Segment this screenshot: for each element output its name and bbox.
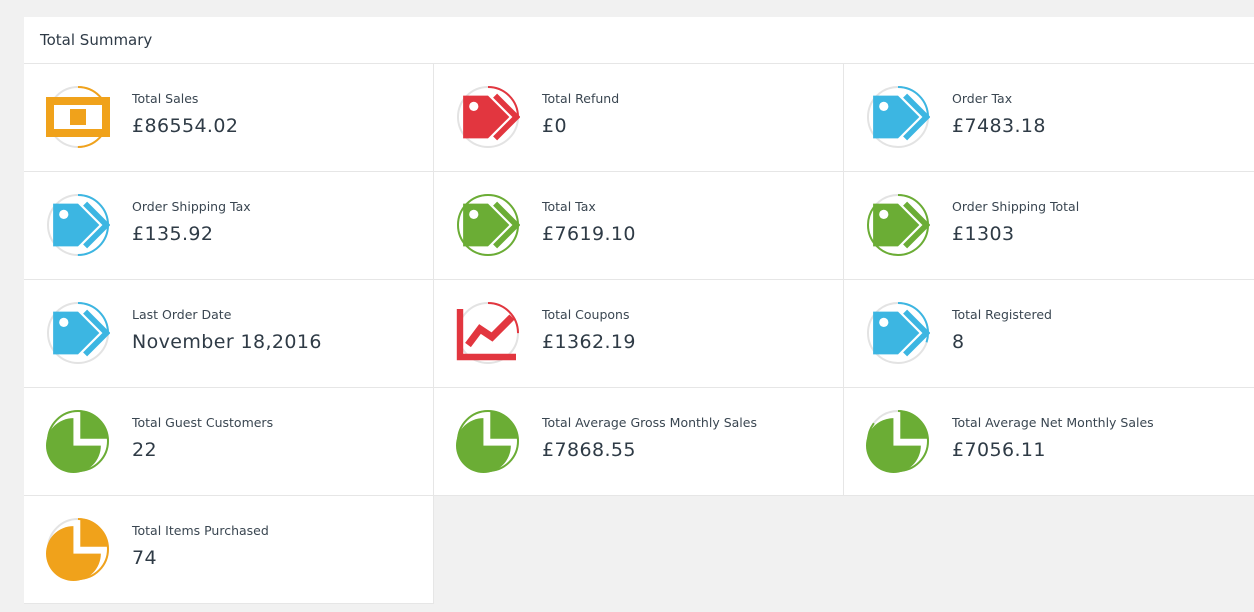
summary-card-total-average-gross-monthly-sales: Total Average Gross Monthly Sales £7868.…: [434, 388, 844, 496]
empty-cell: [434, 496, 844, 604]
summary-grid: Total Sales £86554.02 Total Refund £0 Or…: [24, 64, 1254, 604]
summary-card-order-shipping-total: Order Shipping Total £1303: [844, 172, 1254, 280]
summary-card-order-shipping-tax: Order Shipping Tax £135.92: [24, 172, 434, 280]
tag-icon: [46, 193, 110, 257]
progress-ring: [866, 301, 930, 365]
pie-chart-icon: [866, 409, 930, 473]
summary-card-last-order-date: Last Order Date November 18,2016: [24, 280, 434, 388]
tag-icon: [46, 301, 110, 365]
tag-icon: [866, 301, 930, 365]
card-value: £1303: [952, 223, 1015, 245]
pie-chart-icon: [456, 409, 520, 473]
progress-ring: [866, 193, 930, 257]
card-label: Last Order Date: [132, 307, 232, 322]
tag-icon: [456, 85, 520, 149]
pie-chart-icon: [46, 409, 110, 473]
card-value: 74: [132, 547, 157, 569]
card-label: Total Registered: [952, 307, 1052, 322]
summary-card-total-tax: Total Tax £7619.10: [434, 172, 844, 280]
card-value: £7619.10: [542, 223, 636, 245]
money-bill-icon: [46, 85, 110, 149]
card-value: £86554.02: [132, 115, 239, 137]
progress-ring: [456, 409, 520, 473]
card-value: £1362.19: [542, 331, 636, 353]
progress-ring: [46, 193, 110, 257]
card-value: £7056.11: [952, 439, 1046, 461]
total-summary-panel: Total Summary Total Sales £86554.02 Tota…: [24, 17, 1254, 605]
summary-card-total-coupons: Total Coupons £1362.19: [434, 280, 844, 388]
progress-ring: [46, 409, 110, 473]
card-label: Total Guest Customers: [132, 415, 274, 430]
summary-card-order-tax: Order Tax £7483.18: [844, 64, 1254, 172]
summary-card-total-guest-customers: Total Guest Customers 22: [24, 388, 434, 496]
progress-ring: [456, 193, 520, 257]
card-label: Total Average Net Monthly Sales: [952, 415, 1154, 430]
card-label: Total Coupons: [542, 307, 630, 322]
card-value: £0: [542, 115, 567, 137]
line-chart-icon: [456, 301, 520, 365]
pie-chart-icon: [46, 517, 110, 581]
card-value: November 18,2016: [132, 331, 322, 353]
card-label: Order Shipping Total: [952, 199, 1080, 214]
progress-ring: [456, 301, 520, 365]
card-label: Total Refund: [542, 91, 620, 106]
tag-icon: [866, 85, 930, 149]
summary-card-total-items-purchased: Total Items Purchased 74: [24, 496, 434, 604]
card-label: Total Tax: [542, 199, 596, 214]
card-value: 22: [132, 439, 157, 461]
summary-card-total-sales: Total Sales £86554.02: [24, 64, 434, 172]
tag-icon: [456, 193, 520, 257]
progress-ring: [866, 409, 930, 473]
progress-ring: [46, 85, 110, 149]
card-value: 8: [952, 331, 965, 353]
card-label: Order Tax: [952, 91, 1013, 106]
card-label: Order Shipping Tax: [132, 199, 251, 214]
progress-ring: [46, 517, 110, 581]
card-value: £7868.55: [542, 439, 636, 461]
card-value: £7483.18: [952, 115, 1046, 137]
summary-card-total-registered: Total Registered 8: [844, 280, 1254, 388]
empty-cell: [844, 496, 1254, 604]
card-label: Total Items Purchased: [132, 523, 269, 538]
progress-ring: [456, 85, 520, 149]
panel-title: Total Summary: [24, 17, 1254, 64]
summary-card-total-average-net-monthly-sales: Total Average Net Monthly Sales £7056.11: [844, 388, 1254, 496]
tag-icon: [866, 193, 930, 257]
progress-ring: [46, 301, 110, 365]
card-value: £135.92: [132, 223, 214, 245]
progress-ring: [866, 85, 930, 149]
card-label: Total Average Gross Monthly Sales: [542, 415, 757, 430]
card-label: Total Sales: [132, 91, 199, 106]
summary-card-total-refund: Total Refund £0: [434, 64, 844, 172]
